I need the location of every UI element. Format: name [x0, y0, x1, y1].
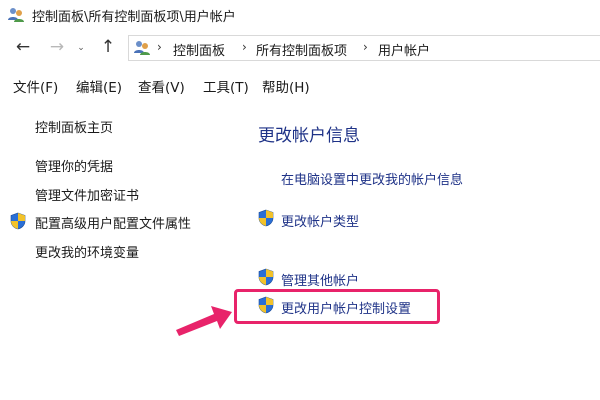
- breadcrumb-user-accounts[interactable]: 用户帐户: [378, 40, 430, 59]
- menu-help[interactable]: 帮助(H): [262, 76, 310, 96]
- annotation-arrow-icon: [176, 306, 232, 336]
- forward-arrow-icon[interactable]: →: [47, 37, 67, 57]
- sidebar-item-manage-credentials[interactable]: 管理你的凭据: [35, 156, 113, 175]
- up-arrow-icon[interactable]: ↑: [98, 37, 118, 57]
- user-accounts-icon: [133, 39, 151, 57]
- breadcrumb-separator-icon[interactable]: ›: [157, 40, 162, 54]
- back-arrow-icon[interactable]: ←: [13, 37, 33, 57]
- sidebar-item-advanced-profile-properties[interactable]: 配置高级用户配置文件属性: [35, 213, 191, 232]
- link-manage-other-accounts[interactable]: 管理其他帐户: [281, 270, 359, 289]
- menu-view[interactable]: 查看(V): [138, 76, 185, 96]
- breadcrumb-control-panel[interactable]: 控制面板: [173, 40, 225, 59]
- title-bar: 控制面板\所有控制面板项\用户帐户: [0, 0, 600, 30]
- link-change-account-type[interactable]: 更改帐户类型: [281, 211, 359, 230]
- navigation-bar: ← → ⌄ ↑ › 控制面板 › 所有控制面板项 › 用户帐户: [0, 30, 600, 66]
- breadcrumb-separator-icon[interactable]: ›: [242, 40, 247, 54]
- shield-icon: [258, 268, 274, 286]
- menu-file[interactable]: 文件(F): [13, 76, 58, 96]
- menu-edit[interactable]: 编辑(E): [76, 76, 122, 96]
- link-change-account-in-pc-settings[interactable]: 在电脑设置中更改我的帐户信息: [281, 169, 463, 188]
- window-title: 控制面板\所有控制面板项\用户帐户: [32, 10, 236, 25]
- menu-tools[interactable]: 工具(T): [203, 76, 249, 96]
- shield-icon: [10, 212, 26, 230]
- breadcrumb-separator-icon[interactable]: ›: [363, 40, 368, 54]
- address-bar[interactable]: › 控制面板 › 所有控制面板项 › 用户帐户: [128, 35, 600, 61]
- sidebar-item-change-environment-variables[interactable]: 更改我的环境变量: [35, 242, 139, 261]
- user-accounts-icon: [7, 6, 25, 24]
- sidebar-control-panel-home[interactable]: 控制面板主页: [35, 117, 113, 136]
- breadcrumb-all-items[interactable]: 所有控制面板项: [256, 40, 347, 59]
- page-title: 更改帐户信息: [258, 126, 360, 146]
- chevron-down-icon[interactable]: ⌄: [75, 38, 87, 58]
- shield-icon: [258, 209, 274, 227]
- menu-bar: 文件(F) 编辑(E) 查看(V) 工具(T) 帮助(H): [0, 66, 600, 106]
- highlight-box: [234, 289, 440, 324]
- sidebar-item-manage-encryption-certs[interactable]: 管理文件加密证书: [35, 185, 139, 204]
